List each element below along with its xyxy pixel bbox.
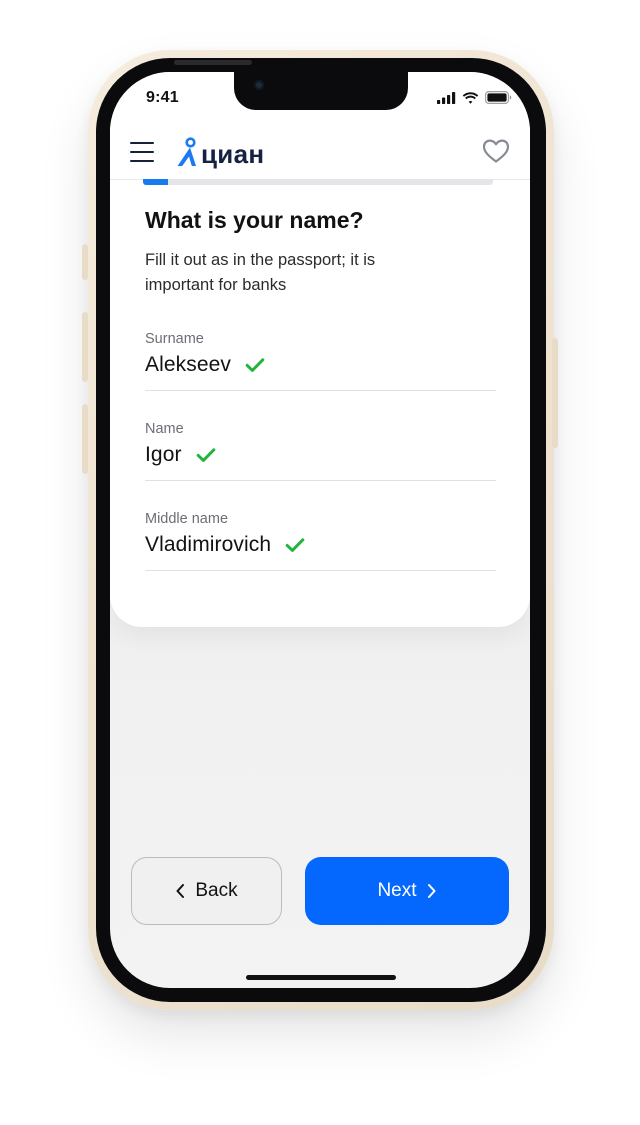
logo-text: циан [201,139,265,169]
middle-name-value[interactable]: Vladimirovich [145,533,271,557]
cian-logo-mark-icon [177,137,196,166]
surname-underline [145,390,496,391]
page-title: What is your name? [145,207,364,233]
name-label: Name [145,421,184,437]
home-indicator[interactable] [246,975,396,980]
hamburger-menu-icon[interactable] [130,142,154,162]
page-subtitle: Fill it out as in the passport; it is im… [145,251,376,294]
surname-field[interactable]: Surname Alekseev [145,331,496,415]
middle-name-label: Middle name [145,511,229,527]
chevron-left-icon [176,884,185,898]
surname-value[interactable]: Alekseev [145,353,231,377]
earpiece-speaker [174,60,252,65]
volume-down-button [82,404,88,474]
check-icon [285,538,305,552]
app-card: 9:41 циан What is your name? Fill it out… [110,72,530,627]
next-button-label: Next [377,880,417,901]
cian-logo[interactable]: циан [176,129,264,169]
wifi-icon [462,91,479,104]
back-button-label: Back [195,880,238,901]
status-icons [437,91,512,104]
middle-name-underline [145,570,496,571]
check-icon [245,358,265,372]
battery-icon [485,91,512,104]
device-mockup: 9:41 циан What is your name? Fill it out… [0,0,640,1125]
name-field[interactable]: Name Igor [145,421,496,505]
next-button[interactable]: Next [305,857,509,925]
notch [234,72,408,110]
cellular-signal-icon [437,91,456,104]
progress-bar [143,179,493,185]
volume-up-button [82,312,88,382]
power-button [552,338,558,448]
check-icon [196,448,215,462]
surname-label: Surname [145,331,204,347]
heart-outline-icon[interactable] [482,138,510,164]
back-button[interactable]: Back [131,857,282,925]
status-time: 9:41 [146,89,179,106]
name-value[interactable]: Igor [145,443,182,467]
app-header: циан [110,124,530,180]
middle-name-field[interactable]: Middle name Vladimirovich [145,511,496,595]
phone-screen: 9:41 циан What is your name? Fill it out… [110,72,530,988]
front-camera [254,80,264,90]
chevron-right-icon [427,884,436,898]
silent-switch [82,244,88,280]
name-underline [145,480,496,481]
progress-bar-fill [143,179,168,185]
